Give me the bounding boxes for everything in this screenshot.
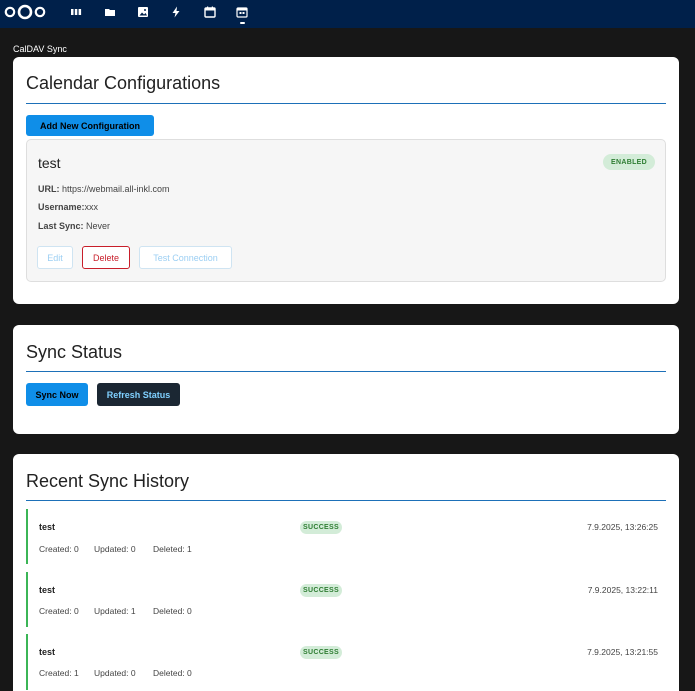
active-app-indicator (240, 22, 245, 24)
history-config-name: test (39, 647, 56, 657)
updated-count: Updated: 0 (94, 544, 136, 554)
history-item: test SUCCESS 7.9.2025, 13:22:11 Created:… (26, 572, 666, 627)
sync-history-card: Recent Sync History test SUCCESS 7.9.202… (13, 454, 679, 691)
section-divider (26, 500, 666, 501)
updated-count: Updated: 1 (94, 606, 136, 616)
sync-status-card: Sync Status Sync Now Refresh Status (13, 325, 679, 434)
deleted-count: Deleted: 0 (153, 668, 192, 678)
history-config-name: test (39, 522, 56, 532)
refresh-status-button[interactable]: Refresh Status (97, 383, 180, 406)
delete-button[interactable]: Delete (82, 246, 130, 269)
calendar-icon[interactable] (204, 6, 216, 18)
history-config-name: test (39, 585, 56, 595)
history-timestamp: 7.9.2025, 13:22:11 (587, 585, 658, 595)
username-value: xxx (84, 202, 99, 212)
status-badge: SUCCESS (300, 646, 342, 659)
configuration-item: test ENABLED URL: https://webmail.all-in… (26, 139, 666, 282)
url-value: https://webmail.all-inkl.com (62, 184, 170, 194)
caldav-sync-icon[interactable] (236, 6, 248, 18)
status-badge: SUCCESS (300, 584, 342, 597)
app-title: CalDAV Sync (13, 44, 67, 54)
section-title: Sync Status (26, 342, 123, 362)
section-divider (26, 103, 666, 104)
activity-icon[interactable] (170, 6, 182, 18)
history-item: test SUCCESS 7.9.2025, 13:26:25 Created:… (26, 509, 666, 564)
created-count: Created: 1 (39, 668, 79, 678)
last-sync-field: Last Sync: Never (38, 221, 110, 231)
add-configuration-button[interactable]: Add New Configuration (26, 115, 154, 136)
files-icon[interactable] (104, 6, 116, 18)
test-connection-button[interactable]: Test Connection (139, 246, 232, 269)
deleted-count: Deleted: 1 (153, 544, 192, 554)
history-timestamp: 7.9.2025, 13:21:55 (587, 647, 658, 657)
history-timestamp: 7.9.2025, 13:26:25 (587, 522, 658, 532)
last-sync-value: Never (86, 221, 111, 231)
section-divider (26, 371, 666, 372)
status-badge: ENABLED (603, 154, 655, 170)
url-field: URL: https://webmail.all-inkl.com (38, 184, 170, 194)
url-label: URL: (38, 184, 60, 194)
updated-count: Updated: 0 (94, 668, 136, 678)
username-field: Username:xxx (38, 202, 98, 212)
sync-now-button[interactable]: Sync Now (26, 383, 88, 406)
photos-icon[interactable] (137, 6, 149, 18)
top-navigation-bar (0, 0, 695, 28)
section-title: Calendar Configurations (26, 73, 221, 93)
section-title: Recent Sync History (26, 471, 190, 491)
dashboard-icon[interactable] (70, 6, 82, 18)
nextcloud-logo-icon[interactable] (4, 4, 46, 20)
created-count: Created: 0 (39, 544, 79, 554)
configuration-name: test (38, 155, 61, 171)
deleted-count: Deleted: 0 (153, 606, 192, 616)
history-item: test SUCCESS 7.9.2025, 13:21:55 Created:… (26, 634, 666, 690)
last-sync-label: Last Sync: (38, 221, 84, 231)
created-count: Created: 0 (39, 606, 79, 616)
edit-button[interactable]: Edit (37, 246, 73, 269)
username-label: Username: (38, 202, 85, 212)
status-badge: SUCCESS (300, 521, 342, 534)
calendar-configurations-card: Calendar Configurations Add New Configur… (13, 57, 679, 304)
